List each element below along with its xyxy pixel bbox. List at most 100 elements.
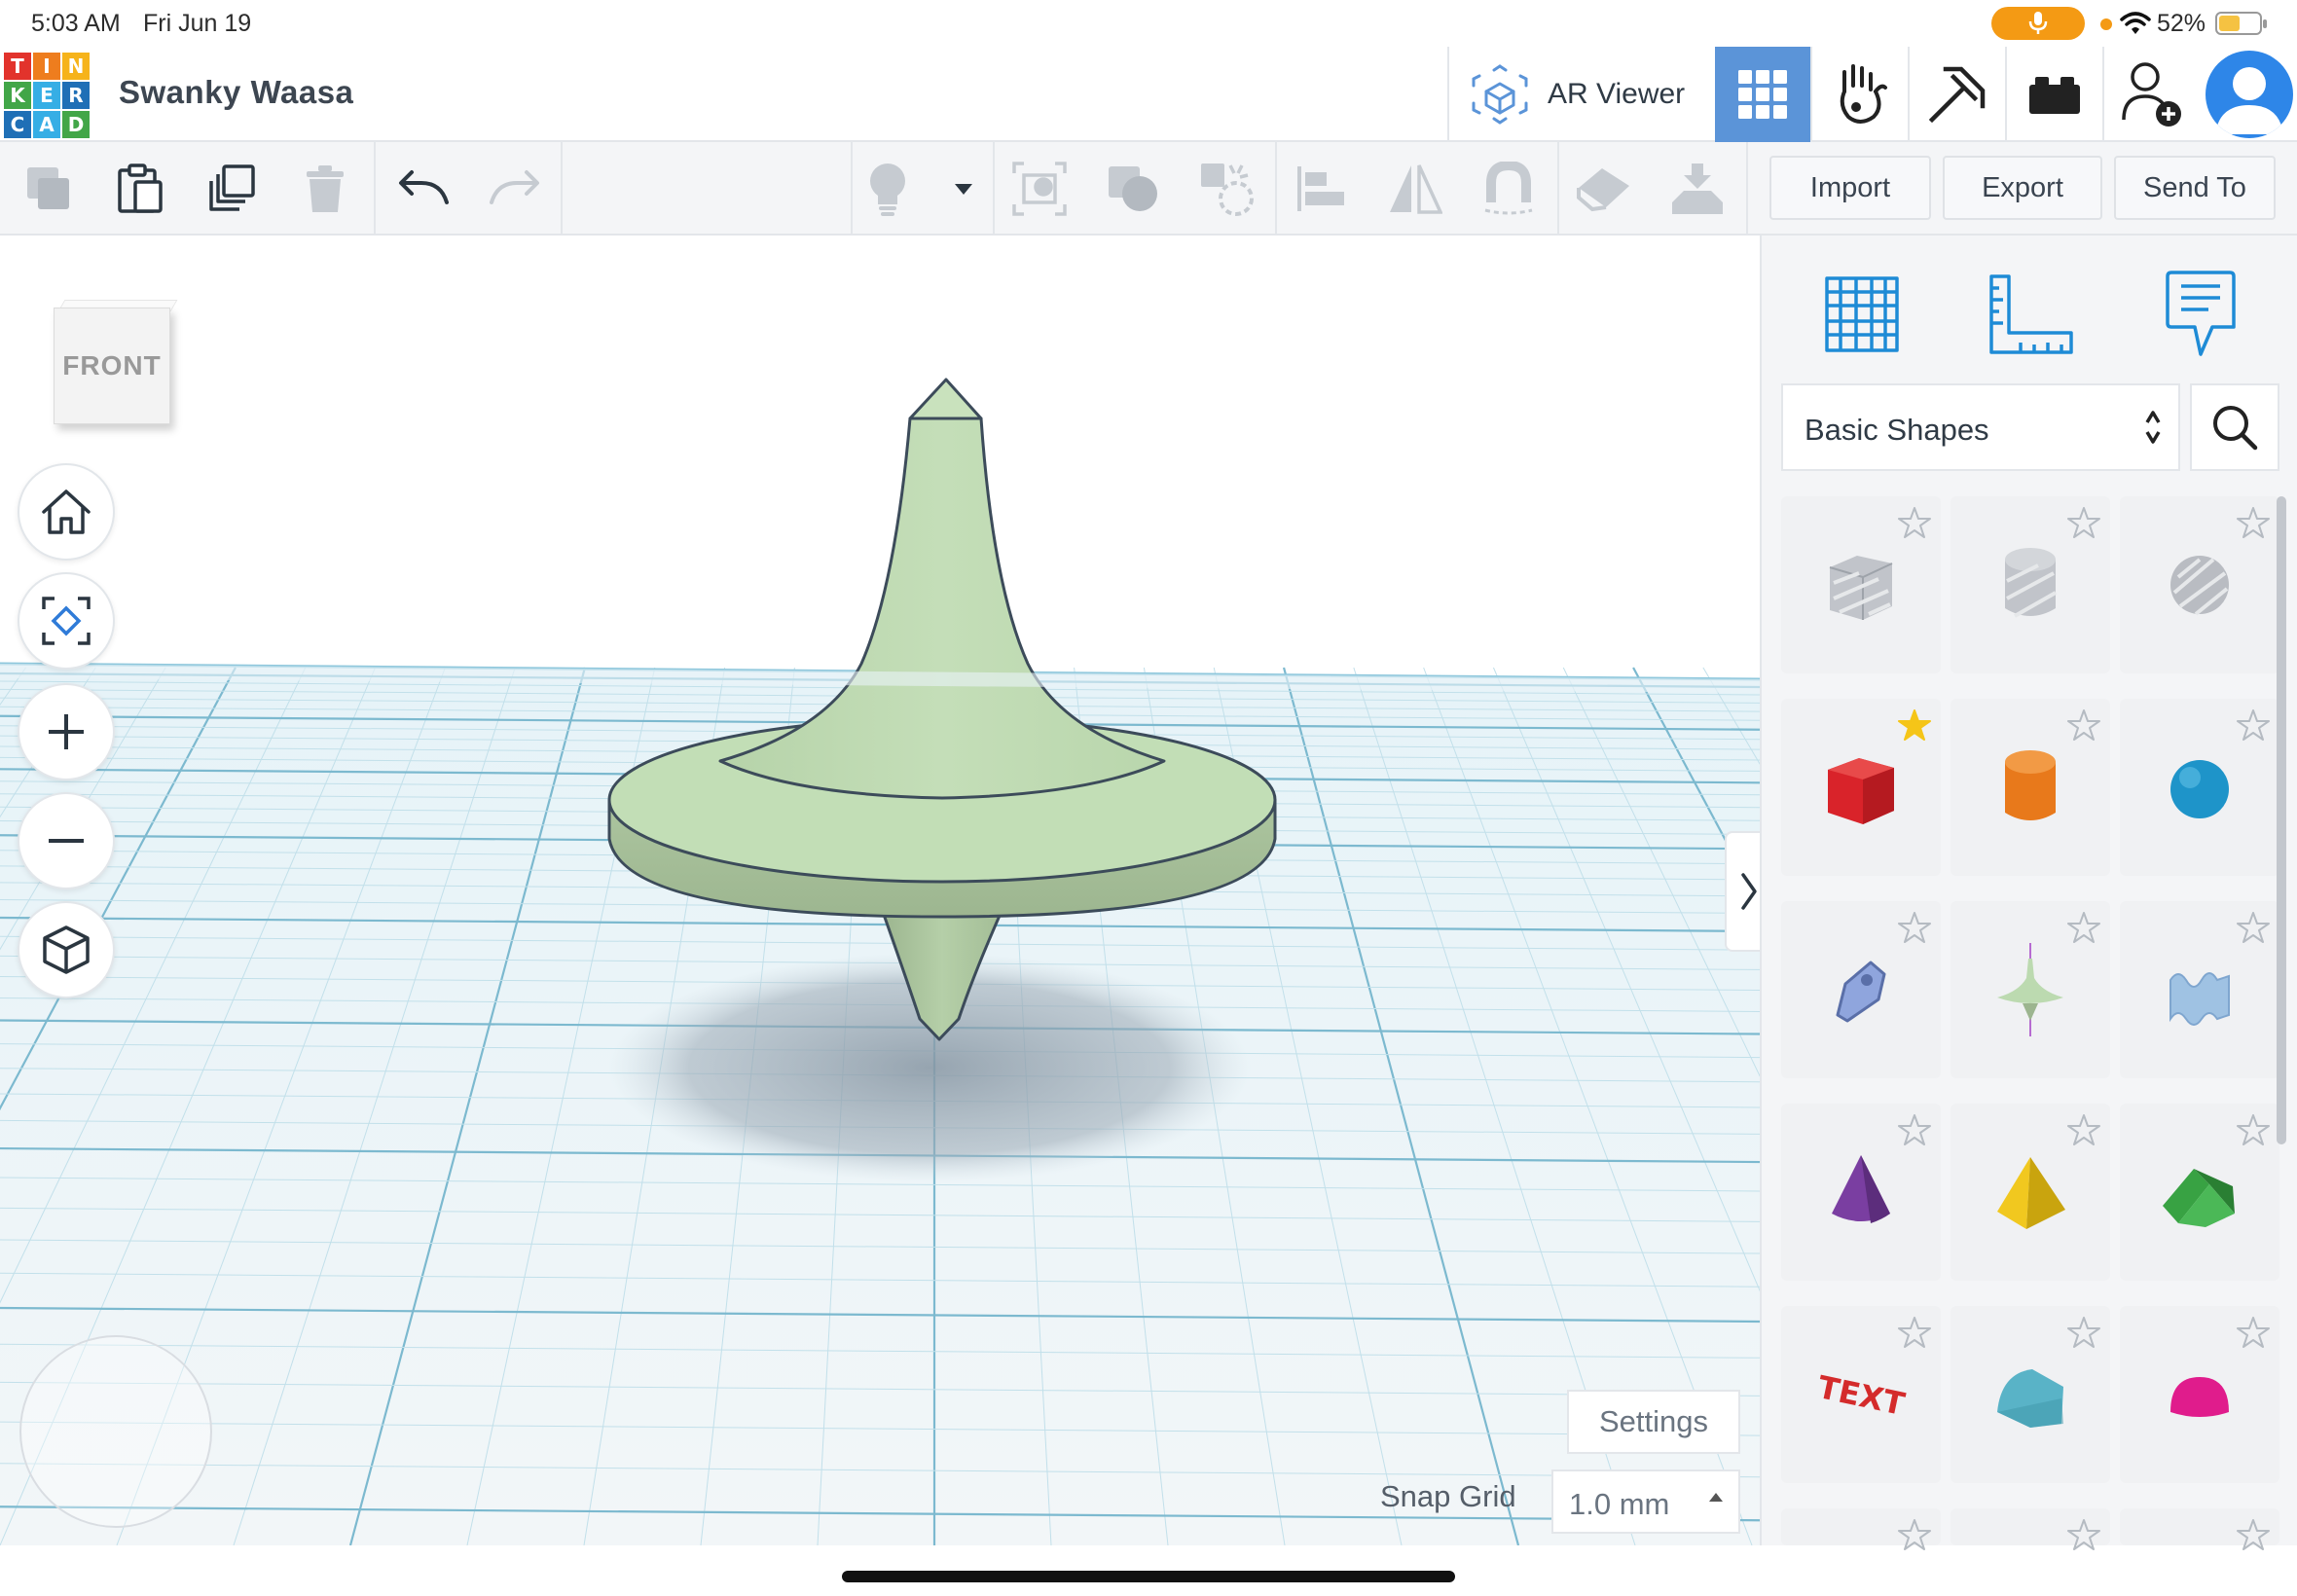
favorite-star-icon[interactable] xyxy=(2237,708,2270,742)
ar-viewer-button[interactable]: AR Viewer xyxy=(1470,60,1685,128)
settings-button[interactable]: Settings xyxy=(1567,1390,1740,1454)
delete-button[interactable] xyxy=(296,160,354,218)
note-icon xyxy=(1577,168,1629,212)
user-avatar[interactable] xyxy=(2206,51,2293,138)
microphone-indicator xyxy=(1991,7,2085,40)
favorite-star-icon[interactable] xyxy=(2067,911,2100,944)
shape-search-button[interactable] xyxy=(2190,383,2279,471)
drop-to-workplane-button[interactable] xyxy=(1668,160,1727,218)
perspective-toggle-button[interactable] xyxy=(18,901,115,998)
home-view-button[interactable] xyxy=(18,463,115,561)
favorite-star-icon[interactable] xyxy=(2237,506,2270,539)
favorite-star-icon[interactable] xyxy=(2237,1113,2270,1146)
project-title[interactable]: Swanky Waasa xyxy=(119,74,353,111)
import-button[interactable]: Import xyxy=(1769,156,1931,220)
snap-grid-label: Snap Grid xyxy=(1380,1479,1516,1513)
export-button[interactable]: Export xyxy=(1943,156,2102,220)
shape-tile-partial[interactable] xyxy=(2120,1508,2279,1550)
favorite-star-icon[interactable] xyxy=(2237,1518,2270,1551)
workplane-grid-icon xyxy=(1825,276,1899,352)
shape-tile-wave[interactable] xyxy=(2120,901,2279,1078)
minecraft-view-button[interactable] xyxy=(1910,47,2005,142)
sphere-hole-icon xyxy=(2170,556,2229,616)
workplane-tool-button[interactable] xyxy=(1808,261,1915,368)
3d-design-view-button[interactable] xyxy=(1715,47,1810,142)
workplane-scene[interactable] xyxy=(0,236,1760,1545)
add-user-button[interactable] xyxy=(2104,47,2200,142)
notes-tool-button[interactable] xyxy=(2147,261,2254,368)
ungroup-button[interactable] xyxy=(1197,160,1256,218)
zoom-in-button[interactable] xyxy=(18,683,115,780)
shapes-panel: Basic Shapes TEXT xyxy=(1760,236,2297,1550)
bricks-view-button[interactable] xyxy=(2007,47,2102,142)
favorite-star-icon[interactable] xyxy=(1898,911,1931,944)
favorite-star-icon[interactable] xyxy=(2237,911,2270,944)
group-button[interactable] xyxy=(1104,160,1162,218)
shape-tile-cone[interactable] xyxy=(1781,1104,1941,1281)
shape-tile-half-cylinder[interactable] xyxy=(1951,1306,2110,1483)
favorite-star-icon[interactable] xyxy=(1898,1316,1931,1349)
favorite-star-icon[interactable] xyxy=(2067,506,2100,539)
snap-grid-select[interactable]: 1.0 mm xyxy=(1551,1469,1740,1534)
shape-tile-partial[interactable] xyxy=(1781,1508,1941,1550)
shape-tile-spinning-top[interactable] xyxy=(1951,901,2110,1078)
favorite-star-icon[interactable] xyxy=(1898,506,1931,539)
workplane-button[interactable] xyxy=(1010,160,1069,218)
light-button[interactable] xyxy=(858,160,917,218)
3d-viewport[interactable]: FRONT Settings Snap Grid 1.0 mm xyxy=(0,236,1760,1545)
tinkercad-logo[interactable]: TIN KER CAD xyxy=(4,53,90,138)
shape-tile-sphere[interactable] xyxy=(2120,699,2279,876)
shape-tile-cylinder-hole[interactable] xyxy=(1951,496,2110,673)
favorite-star-icon[interactable] xyxy=(1898,1518,1931,1551)
shape-tile-cylinder[interactable] xyxy=(1951,699,2110,876)
orbit-joystick[interactable] xyxy=(19,1335,212,1528)
blocks-view-button[interactable] xyxy=(1812,47,1908,142)
shape-category-select[interactable]: Basic Shapes xyxy=(1781,383,2180,471)
lightbulb-icon xyxy=(870,163,905,216)
shape-tile-sphere-hole[interactable] xyxy=(2120,496,2279,673)
minus-icon xyxy=(49,839,84,843)
cruise-button[interactable] xyxy=(1479,160,1538,218)
half-cylinder-icon xyxy=(1997,1369,2063,1428)
shape-tile-roof[interactable] xyxy=(2120,1104,2279,1281)
shape-tile-text[interactable]: TEXT xyxy=(1781,1306,1941,1483)
light-dropdown-button[interactable] xyxy=(934,160,993,218)
collapse-panel-button[interactable] xyxy=(1725,831,1760,952)
spinning-top-icon xyxy=(1997,943,2063,1036)
edit-toolbar: Import Export Send To xyxy=(0,142,2297,236)
shape-tile-half-sphere[interactable] xyxy=(2120,1306,2279,1483)
ruler-tool-button[interactable] xyxy=(1978,261,2085,368)
view-cube-front-label: FRONT xyxy=(62,350,162,381)
duplicate-button[interactable] xyxy=(202,160,261,218)
favorite-star-icon[interactable] xyxy=(2067,1316,2100,1349)
shapes-scrollbar[interactable] xyxy=(2277,496,2286,1144)
send-to-button[interactable]: Send To xyxy=(2114,156,2276,220)
paste-button[interactable] xyxy=(111,160,169,218)
shape-tile-scribble[interactable] xyxy=(1781,901,1941,1078)
mirror-button[interactable] xyxy=(1386,160,1444,218)
snap-grid-value: 1.0 mm xyxy=(1569,1487,1670,1521)
favorite-star-icon[interactable] xyxy=(2067,1518,2100,1551)
shape-tile-box[interactable] xyxy=(1781,699,1941,876)
home-indicator[interactable] xyxy=(842,1571,1455,1582)
favorite-star-icon[interactable] xyxy=(2067,708,2100,742)
view-cube[interactable]: FRONT xyxy=(54,300,178,432)
notes-button[interactable] xyxy=(1575,160,1633,218)
shape-tile-partial[interactable] xyxy=(1951,1508,2110,1550)
fit-icon xyxy=(42,597,91,645)
favorite-star-icon[interactable] xyxy=(1898,708,1931,742)
cube-icon xyxy=(43,925,90,974)
favorite-star-icon[interactable] xyxy=(1898,1113,1931,1146)
undo-button[interactable] xyxy=(393,160,452,218)
add-user-icon xyxy=(2122,62,2181,127)
favorite-star-icon[interactable] xyxy=(2237,1316,2270,1349)
shape-tile-pyramid[interactable] xyxy=(1951,1104,2110,1281)
fit-view-button[interactable] xyxy=(18,572,115,670)
favorite-star-icon[interactable] xyxy=(2067,1113,2100,1146)
shape-tile-box-hole[interactable] xyxy=(1781,496,1941,673)
ar-viewer-label: AR Viewer xyxy=(1548,78,1686,110)
zoom-out-button[interactable] xyxy=(18,792,115,889)
align-button[interactable] xyxy=(1293,160,1351,218)
copy-button[interactable] xyxy=(19,160,78,218)
redo-button[interactable] xyxy=(487,160,545,218)
